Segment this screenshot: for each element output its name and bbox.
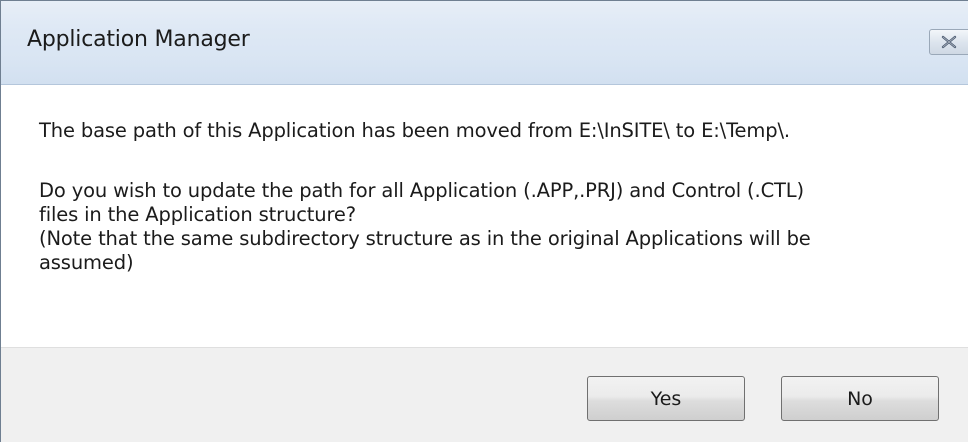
close-button[interactable] — [929, 29, 968, 55]
yes-button[interactable]: Yes — [587, 376, 745, 421]
message-line-note: (Note that the same subdirectory structu… — [39, 227, 811, 250]
message-line-note-cont: assumed) — [39, 251, 134, 274]
button-bar: Yes No — [1, 347, 968, 442]
message-line-question: Do you wish to update the path for all A… — [39, 179, 804, 202]
message-line-base-path: The base path of this Application has be… — [39, 119, 790, 142]
no-button[interactable]: No — [781, 376, 939, 421]
message-line-question-cont: files in the Application structure? — [39, 203, 356, 226]
dialog-window: Application Manager The base path of thi… — [0, 0, 968, 442]
window-title: Application Manager — [27, 27, 250, 52]
title-bar: Application Manager — [1, 1, 968, 85]
message-area: The base path of this Application has be… — [1, 85, 968, 347]
close-icon — [941, 35, 957, 49]
